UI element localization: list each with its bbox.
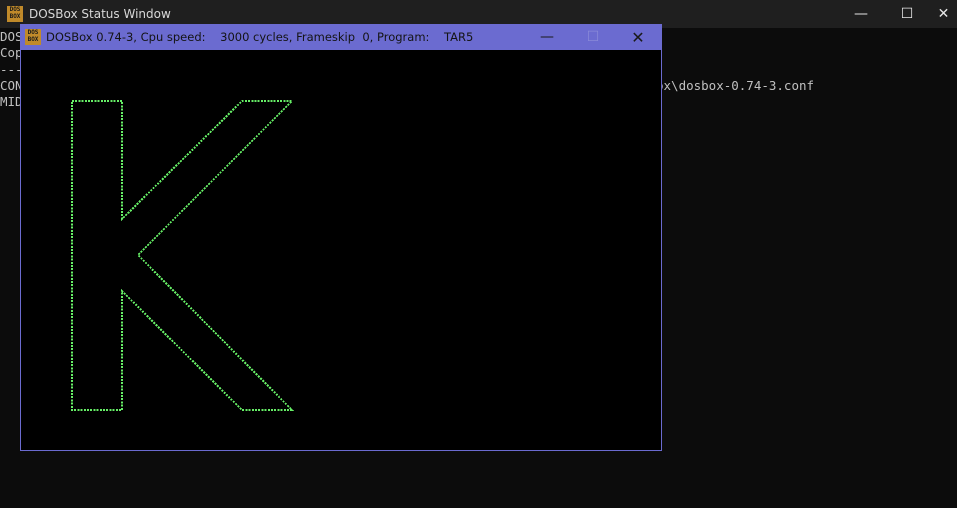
- status-window-title: DOSBox Status Window: [29, 7, 171, 21]
- dosbox-display[interactable]: [21, 50, 661, 450]
- console-config-path: ox\dosbox-0.74-3.conf: [656, 78, 815, 93]
- dosbox-emulator-window[interactable]: DOS BOX DOSBox 0.74-3, Cpu speed: 3000 c…: [20, 24, 662, 451]
- dosbox-app-icon: DOS BOX: [25, 29, 41, 45]
- maximize-button[interactable]: ☐: [884, 0, 930, 28]
- minimize-button[interactable]: —: [524, 25, 570, 50]
- close-button[interactable]: ✕: [615, 25, 661, 50]
- dosbox-app-icon: DOS BOX: [7, 6, 23, 22]
- dosbox-window-titlebar[interactable]: DOS BOX DOSBox 0.74-3, Cpu speed: 3000 c…: [21, 25, 661, 50]
- letter-k-outline-graphic: [71, 100, 295, 411]
- maximize-button[interactable]: ☐: [570, 25, 616, 50]
- dosbox-window-title: DOSBox 0.74-3, Cpu speed: 3000 cycles, F…: [46, 30, 474, 44]
- minimize-button[interactable]: —: [838, 0, 884, 28]
- letter-k-outline: [71, 100, 295, 411]
- close-button[interactable]: ✕: [930, 0, 957, 28]
